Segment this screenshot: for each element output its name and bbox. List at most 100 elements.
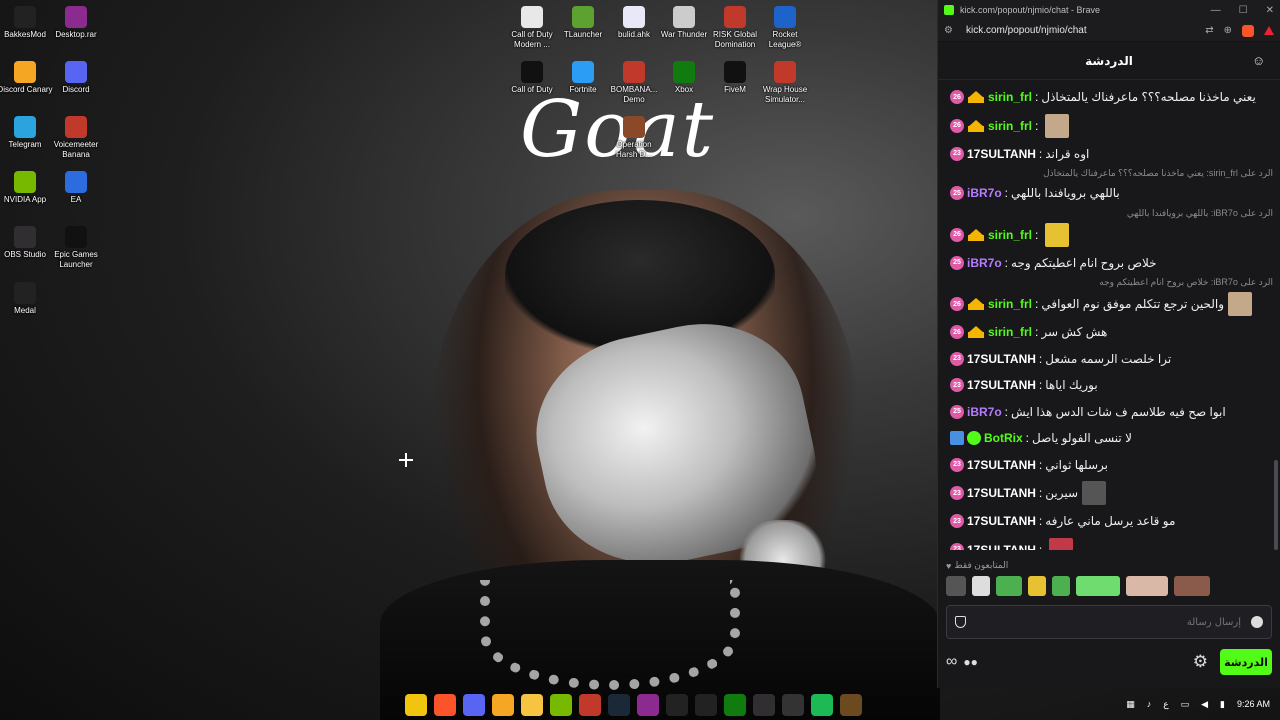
winrar-taskbar-icon[interactable] [637,694,659,716]
discord-canary-taskbar-icon[interactable] [492,694,514,716]
site-info-icon[interactable]: ⚙ [944,25,954,36]
desktop-icon[interactable]: Xbox [656,61,712,95]
kick-points-icon[interactable]: ●● [963,655,978,669]
media-taskbar-icon[interactable] [840,694,862,716]
chat-username[interactable]: iBR7o [967,256,1002,270]
infinity-icon[interactable]: ∞ [946,653,957,671]
desktop-icon[interactable]: EA [48,171,104,205]
chat-username[interactable]: sirin_frl [988,325,1032,339]
chat-message[interactable]: 26 sirin_frl: [950,111,1273,141]
xbox-taskbar-icon[interactable] [724,694,746,716]
zoom-icon[interactable]: ⊕ [1224,25,1232,36]
chat-message[interactable]: 23 17SULTANH: برسلها ثواني [950,452,1273,479]
desktop-icon[interactable]: RISK Global Domination [707,6,763,50]
emote-pepe[interactable] [996,576,1022,596]
chat-message[interactable]: 25 iBR7o: خلاص بروح انام اعطيتكم وجه [950,250,1273,277]
desktop-icon[interactable]: OBS Studio [0,226,53,260]
desktop-icon[interactable]: Discord [48,61,104,95]
desktop-icon[interactable]: FiveM [707,61,763,95]
desktop-icon[interactable]: Telegram [0,116,53,150]
desktop-icon[interactable]: Wrap House Simulator... [757,61,813,105]
translate-icon[interactable]: ⇄ [1205,25,1213,36]
chat-message[interactable]: 26 sirin_frl: هش كش سر [950,319,1273,346]
chat-username[interactable]: sirin_frl [988,90,1032,104]
chat-message[interactable]: 23 17SULTANH: اوه قراند [950,141,1273,168]
chat-message[interactable]: 25 iBR7o: ابوا صح فيه طلاسم ف شات الدس هذا… [950,399,1273,426]
desktop-icon[interactable]: Rocket League® [757,6,813,50]
maximize-icon[interactable]: ☐ [1239,5,1248,16]
reply-context[interactable]: الرد على iBR7o: خلاص بروح انام اعطيتكم و… [950,276,1273,289]
chat-message[interactable]: 26 sirin_frl: يعني ماخذنا مصلحه؟؟؟ ماعرفنا… [950,84,1273,111]
steam-taskbar-icon[interactable] [608,694,630,716]
desktop-icon[interactable]: Medal [0,282,53,316]
medal-taskbar-icon[interactable] [782,694,804,716]
chat-message[interactable]: BotRix: لا تنسى الفولو ياصل [950,425,1273,452]
language-indicator[interactable]: ع [1163,699,1168,710]
minimize-icon[interactable]: — [1211,5,1221,16]
nvidia-taskbar-icon[interactable] [550,694,572,716]
desktop-icon[interactable]: Voicemeeter Banana [48,116,104,160]
chat-message[interactable]: 25 iBR7o: باللهي برويافندا باللهي [950,180,1273,207]
chat-username[interactable]: iBR7o [967,405,1002,419]
chat-message-list[interactable]: 26 sirin_frl: يعني ماخذنا مصلحه؟؟؟ ماعرفنا… [938,80,1280,550]
desktop-icon[interactable]: NVIDIA App [0,171,53,205]
desktop-icon[interactable]: TLauncher [555,6,611,40]
gear-icon[interactable]: ⚙ [1193,652,1208,672]
desktop-icon[interactable]: bulid.ahk [606,6,662,40]
shield-icon[interactable] [955,616,966,628]
volume-icon[interactable]: ◀ [1201,699,1208,710]
recent-emotes-bar[interactable] [946,576,1276,600]
chat-username[interactable]: iBR7o [967,186,1002,200]
brave-taskbar-icon[interactable] [434,694,456,716]
desktop-icon[interactable]: BOMBANA... Demo [606,61,662,105]
terminal-taskbar-icon[interactable] [666,694,688,716]
chat-username[interactable]: BotRix [984,431,1023,445]
chat-message[interactable]: 26 sirin_frl: [950,220,1273,250]
brave-shields-icon[interactable] [1242,24,1254,37]
chat-emote[interactable] [1045,113,1070,138]
desktop-icon[interactable]: Fortnite [555,61,611,95]
chat-emote[interactable] [1082,481,1107,505]
chat-scrollbar[interactable] [1274,460,1278,550]
chat-username[interactable]: 17SULTANH [967,543,1036,551]
chat-message[interactable]: 23 17SULTANH: مو قاعد يرسل ماني عارفه [950,508,1273,535]
battery-icon[interactable]: ▮ [1220,699,1225,710]
desktop-icon[interactable]: Call of Duty Modern ... [504,6,560,50]
mic-icon[interactable]: ♪ [1147,699,1152,709]
chat-username[interactable]: sirin_frl [988,119,1032,133]
chat-emote[interactable] [1045,222,1070,247]
emote-6[interactable] [1076,576,1120,596]
chat-username[interactable]: 17SULTANH [967,458,1036,472]
emoji-picker-icon[interactable] [1251,616,1263,628]
clock[interactable]: 9:26 AM [1237,699,1270,709]
emote-5[interactable] [1052,576,1070,596]
emote-4[interactable] [1028,576,1046,596]
desktop-icon[interactable]: Call of Duty [504,61,560,95]
close-icon[interactable]: ✕ [1266,5,1274,16]
file-explorer-taskbar-icon[interactable] [521,694,543,716]
chat-message[interactable]: 23 17SULTANH: ترا خلصت الرسمه مشعل [950,346,1273,373]
url-text[interactable]: kick.com/popout/njmio/chat [966,25,1087,36]
chat-username[interactable]: 17SULTANH [967,378,1036,392]
chat-message[interactable]: 23 17SULTANH: سيرين [950,478,1273,508]
chat-emote[interactable] [1049,537,1074,550]
chrome-taskbar-icon[interactable] [405,694,427,716]
desktop-icon[interactable]: Discord Canary [0,61,53,95]
widgets-icon[interactable]: ▦ [1126,699,1135,710]
chat-emote[interactable] [1228,292,1253,316]
desktop-icon[interactable]: War Thunder [656,6,712,40]
chat-message-input[interactable] [966,616,1251,628]
chat-username[interactable]: 17SULTANH [967,147,1036,161]
discord-taskbar-icon[interactable] [463,694,485,716]
desktop-icon[interactable]: Epic Games Launcher [48,226,104,270]
chat-message[interactable]: 23 17SULTANH: [950,535,1273,551]
reply-context[interactable]: الرد على iBR7o: باللهي برويافندا باللهي [950,207,1273,220]
spotify-taskbar-icon[interactable] [811,694,833,716]
chat-message[interactable]: 23 17SULTANH: بوريك اياها [950,372,1273,399]
chat-input-box[interactable] [946,605,1272,639]
chat-username[interactable]: 17SULTANH [967,352,1036,366]
chat-username[interactable]: sirin_frl [988,228,1032,242]
desktop-icon[interactable]: Desktop.rar [48,6,104,40]
emote-7[interactable] [1126,576,1168,596]
reply-context[interactable]: الرد على sirin_frl: يعني ماخذنا مصلحه؟؟؟… [950,167,1273,180]
